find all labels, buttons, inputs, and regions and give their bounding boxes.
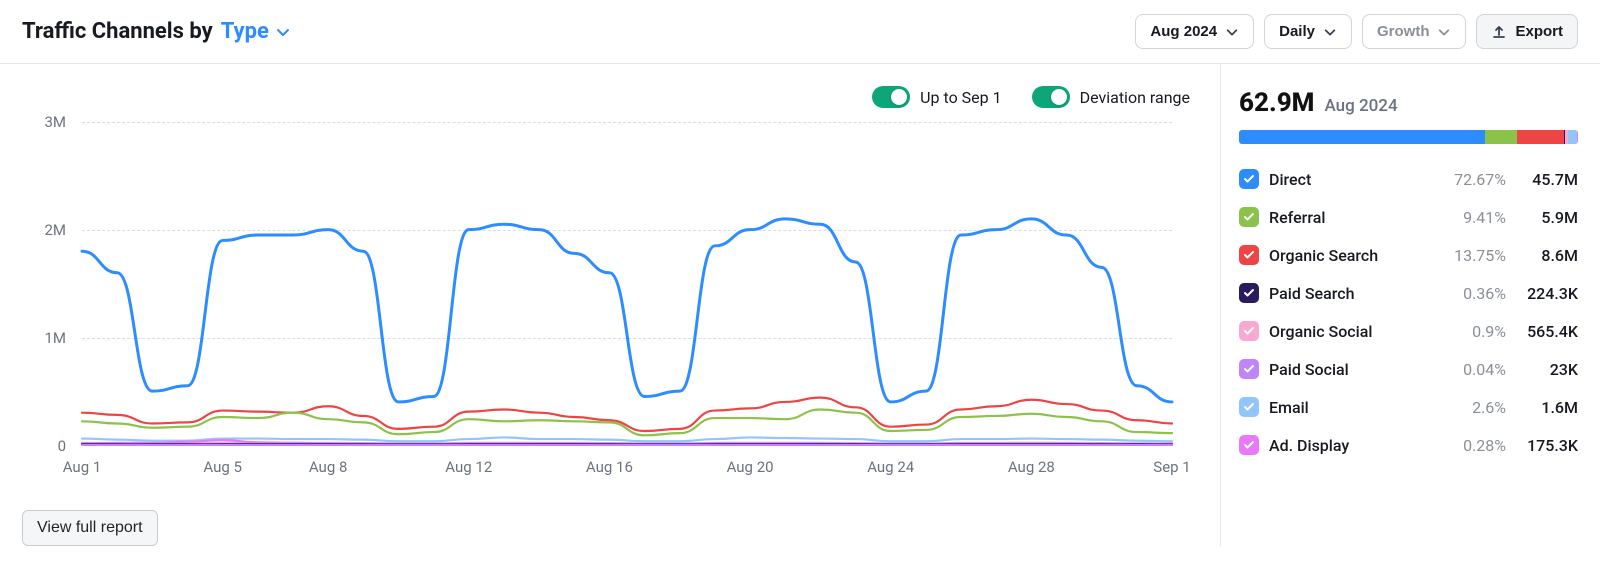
legend-label: Referral <box>1263 208 1436 227</box>
series-email <box>82 437 1172 441</box>
chevron-down-icon <box>1323 25 1337 39</box>
legend-row-direct[interactable]: Direct72.67%45.7M <box>1239 162 1578 196</box>
x-tick: Aug 24 <box>867 458 914 476</box>
upto-label: Up to Sep 1 <box>920 88 1001 107</box>
export-label: Export <box>1515 23 1563 40</box>
bar-seg-referral <box>1485 130 1517 144</box>
legend-checkbox[interactable] <box>1239 397 1259 417</box>
legend-checkbox[interactable] <box>1239 169 1259 189</box>
legend-pct: 0.28% <box>1436 436 1506 455</box>
legend-value: 45.7M <box>1506 170 1578 189</box>
legend-value: 23K <box>1506 360 1578 379</box>
legend-label: Organic Social <box>1263 322 1436 341</box>
header-controls: Aug 2024 Daily Growth <box>1135 14 1578 49</box>
x-tick: Aug 12 <box>445 458 492 476</box>
x-tick: Aug 5 <box>203 458 242 476</box>
bar-seg-organic_search <box>1517 130 1564 144</box>
channel-legend: Direct72.67%45.7M Referral9.41%5.9M Organi… <box>1239 162 1578 462</box>
legend-label: Paid Search <box>1263 284 1436 303</box>
legend-row-email[interactable]: Email2.6%1.6M <box>1239 390 1578 424</box>
granularity-selector[interactable]: Daily <box>1264 14 1352 49</box>
legend-pct: 72.67% <box>1436 170 1506 189</box>
total-period: Aug 2024 <box>1324 96 1397 116</box>
total-value: 62.9M <box>1239 88 1314 118</box>
chart-toggles: Up to Sep 1 Deviation range <box>22 82 1220 116</box>
upto-toggle[interactable] <box>872 86 910 108</box>
legend-row-ad_display[interactable]: Ad. Display0.28%175.3K <box>1239 428 1578 462</box>
traffic-chart: 01M2M3M Aug 1Aug 5Aug 8Aug 12Aug 16Aug 2… <box>22 122 1172 482</box>
legend-label: Organic Search <box>1263 246 1436 265</box>
legend-label: Direct <box>1263 170 1436 189</box>
title-type-label: Type <box>221 19 269 44</box>
x-tick: Aug 16 <box>586 458 633 476</box>
summary-total: 62.9M Aug 2024 <box>1239 88 1578 118</box>
chevron-down-icon <box>275 24 291 40</box>
legend-row-organic_social[interactable]: Organic Social0.9%565.4K <box>1239 314 1578 348</box>
legend-pct: 2.6% <box>1436 398 1506 417</box>
legend-row-paid_search[interactable]: Paid Search0.36%224.3K <box>1239 276 1578 310</box>
header: Traffic Channels by Type Aug 2024 Daily <box>0 0 1600 64</box>
period-selector[interactable]: Aug 2024 <box>1135 14 1254 49</box>
legend-checkbox[interactable] <box>1239 435 1259 455</box>
bar-seg-ad_display <box>1577 130 1578 144</box>
legend-value: 565.4K <box>1506 322 1578 341</box>
metric-selector[interactable]: Growth <box>1362 14 1467 49</box>
deviation-toggle[interactable] <box>1032 86 1070 108</box>
x-tick: Aug 8 <box>309 458 348 476</box>
metric-label: Growth <box>1377 23 1430 40</box>
legend-checkbox[interactable] <box>1239 359 1259 379</box>
granularity-label: Daily <box>1279 23 1315 40</box>
export-button[interactable]: Export <box>1476 14 1578 49</box>
page-title: Traffic Channels by Type <box>22 19 291 44</box>
legend-label: Paid Social <box>1263 360 1436 379</box>
view-full-report-button[interactable]: View full report <box>22 510 158 546</box>
legend-row-organic_search[interactable]: Organic Search13.75%8.6M <box>1239 238 1578 272</box>
legend-value: 8.6M <box>1506 246 1578 265</box>
legend-pct: 0.04% <box>1436 360 1506 379</box>
bar-seg-email <box>1568 130 1577 144</box>
x-tick: Sep 1 <box>1153 458 1190 476</box>
series-referral <box>82 409 1172 435</box>
upload-icon <box>1491 24 1507 40</box>
bar-seg-direct <box>1239 130 1485 144</box>
chevron-down-icon <box>1437 25 1451 39</box>
period-label: Aug 2024 <box>1150 23 1217 40</box>
legend-label: Ad. Display <box>1263 436 1436 455</box>
legend-pct: 13.75% <box>1436 246 1506 265</box>
x-tick: Aug 1 <box>63 458 102 476</box>
legend-checkbox[interactable] <box>1239 207 1259 227</box>
legend-value: 1.6M <box>1506 398 1578 417</box>
legend-row-paid_social[interactable]: Paid Social0.04%23K <box>1239 352 1578 386</box>
title-prefix: Traffic Channels by <box>22 19 213 44</box>
legend-checkbox[interactable] <box>1239 321 1259 341</box>
x-tick: Aug 28 <box>1008 458 1055 476</box>
series-direct <box>82 219 1172 402</box>
legend-value: 224.3K <box>1506 284 1578 303</box>
legend-checkbox[interactable] <box>1239 283 1259 303</box>
legend-checkbox[interactable] <box>1239 245 1259 265</box>
legend-value: 175.3K <box>1506 436 1578 455</box>
chevron-down-icon <box>1225 25 1239 39</box>
title-type-dropdown[interactable]: Type <box>221 19 291 44</box>
legend-pct: 9.41% <box>1436 208 1506 227</box>
legend-pct: 0.9% <box>1436 322 1506 341</box>
channel-distribution-bar <box>1239 130 1578 144</box>
x-tick: Aug 20 <box>727 458 774 476</box>
deviation-label: Deviation range <box>1080 88 1190 107</box>
legend-value: 5.9M <box>1506 208 1578 227</box>
legend-label: Email <box>1263 398 1436 417</box>
legend-pct: 0.36% <box>1436 284 1506 303</box>
legend-row-referral[interactable]: Referral9.41%5.9M <box>1239 200 1578 234</box>
